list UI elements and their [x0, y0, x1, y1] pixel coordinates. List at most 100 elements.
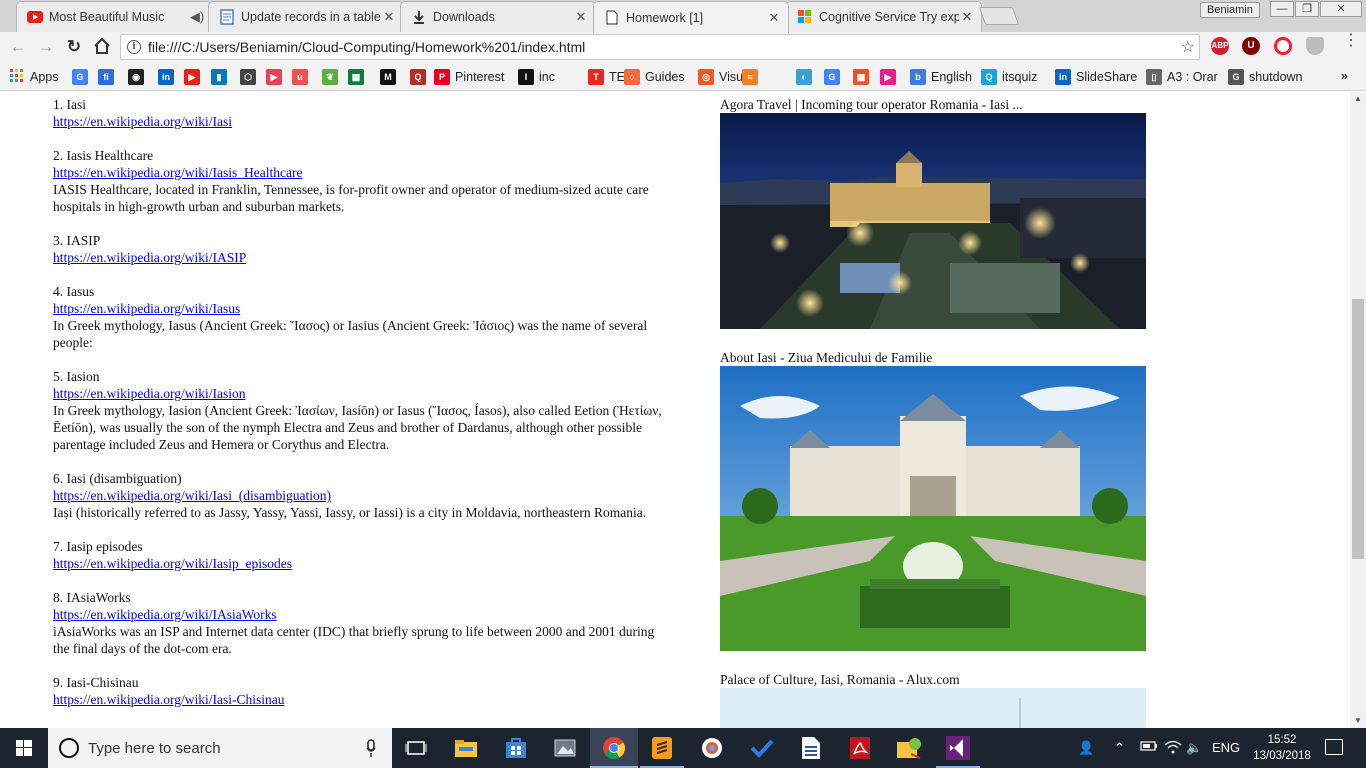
close-icon[interactable]: ✕	[766, 10, 782, 26]
result-link[interactable]: https://en.wikipedia.org/wiki/Iasis_Heal…	[53, 164, 673, 181]
image-caption: Agora Travel | Incoming tour operator Ro…	[720, 97, 1023, 112]
url-text[interactable]: file:///C:/Users/Beniamin/Cloud-Computin…	[148, 39, 585, 55]
info-icon[interactable]: i	[127, 40, 141, 54]
bookmark-fi[interactable]: fi	[98, 68, 114, 86]
sublime-text-icon[interactable]	[648, 734, 676, 762]
bookmark-bird[interactable]: ◐	[796, 68, 812, 86]
tab-homework[interactable]: Homework [1] ✕	[593, 1, 789, 33]
ublock-icon[interactable]: U	[1242, 37, 1260, 55]
visual-studio-icon[interactable]	[944, 734, 972, 762]
bookmark-stack[interactable]: ≡	[742, 68, 758, 86]
app-circle-icon[interactable]	[698, 734, 726, 762]
home-button[interactable]	[92, 37, 112, 57]
acrobat-icon[interactable]	[846, 734, 874, 762]
result-link[interactable]: https://en.wikipedia.org/wiki/IAsiaWorks	[53, 606, 673, 623]
result-link[interactable]: https://en.wikipedia.org/wiki/Iasi-Chisi…	[53, 691, 673, 708]
task-view-icon[interactable]	[402, 734, 430, 762]
microphone-icon[interactable]	[366, 738, 376, 758]
result-link[interactable]: https://en.wikipedia.org/wiki/Iasi_(disa…	[53, 487, 673, 504]
store-icon[interactable]	[502, 734, 530, 762]
word-document-icon[interactable]	[797, 734, 825, 762]
bookmark-google[interactable]: G	[824, 68, 840, 86]
bookmark-inc[interactable]: Iinc	[518, 68, 555, 86]
tools-folder-icon[interactable]	[895, 734, 923, 762]
minimize-button[interactable]: —	[1270, 1, 1294, 17]
back-button[interactable]: ←	[8, 37, 28, 57]
palace-night-image[interactable]	[720, 113, 1146, 329]
bookmark-apps[interactable]: Apps	[9, 68, 59, 86]
shield-icon[interactable]	[1306, 37, 1324, 55]
trello-icon: ▮	[211, 69, 227, 85]
palace-day-image[interactable]	[720, 366, 1146, 651]
forward-button[interactable]: →	[36, 37, 56, 57]
palace-alux-image[interactable]	[720, 688, 1146, 728]
scrollbar-thumb[interactable]	[1352, 299, 1364, 559]
bookmark-quora[interactable]: Q	[410, 68, 426, 86]
bookmark-grid[interactable]: ▦	[348, 68, 364, 86]
close-icon[interactable]: ✕	[959, 9, 975, 25]
page-content: 1. Iasi https://en.wikipedia.org/wiki/Ias…	[0, 92, 1350, 728]
bookmark-b[interactable]: b English	[910, 68, 972, 86]
mute-icon[interactable]: ◀)	[189, 9, 205, 25]
language-indicator[interactable]: ENG	[1212, 740, 1240, 755]
result-link[interactable]: https://en.wikipedia.org/wiki/Iasus	[53, 300, 673, 317]
bookmark-gi[interactable]: Gshutdown	[1228, 68, 1303, 86]
adblock-plus-icon[interactable]: ABP	[1211, 37, 1229, 55]
close-icon[interactable]: ✕	[573, 9, 589, 25]
bookmark-page[interactable]: ▯ A3 : Orar	[1146, 68, 1218, 86]
close-icon[interactable]: ✕	[381, 9, 397, 25]
bookmark-media[interactable]: ▶	[880, 68, 896, 86]
people-icon[interactable]: 👤	[1078, 740, 1094, 756]
scroll-down-icon[interactable]: ▼	[1350, 714, 1366, 728]
scroll-up-icon[interactable]: ▲	[1350, 92, 1366, 106]
bookmark-leaf[interactable]: ❦	[322, 68, 338, 86]
bookmark-udemy[interactable]: u	[292, 68, 308, 86]
tab-music[interactable]: Most Beautiful Music ◀)	[16, 1, 212, 32]
vertical-scrollbar[interactable]: ▲ ▼	[1350, 92, 1366, 728]
bookmark-quiz[interactable]: Qitsquiz	[981, 68, 1037, 86]
menu-icon[interactable]: ⋮	[1343, 33, 1359, 49]
restore-button[interactable]: ❐	[1295, 1, 1319, 17]
chrome-icon[interactable]	[600, 734, 628, 762]
bookmark-trello[interactable]: ▮	[211, 68, 227, 86]
bookmark-google[interactable]: G	[72, 68, 88, 86]
bookmark-windows[interactable]: ▦	[853, 68, 869, 86]
tasks-check-icon[interactable]	[748, 734, 776, 762]
taskbar-search-box[interactable]: Type here to search	[48, 728, 392, 768]
result-link[interactable]: https://en.wikipedia.org/wiki/Iasip_epis…	[53, 555, 673, 572]
tab-downloads[interactable]: Downloads ✕	[400, 1, 596, 32]
bookmark-codepen[interactable]: ⬡	[240, 68, 256, 86]
bookmark-youtube[interactable]: ▶	[184, 68, 200, 86]
system-clock[interactable]: 15:52 13/03/2018	[1252, 732, 1312, 764]
bookmark-label: shutdown	[1249, 70, 1303, 84]
bookmark-medium[interactable]: M	[380, 68, 396, 86]
more-bookmarks-icon[interactable]: »	[1341, 68, 1348, 83]
bookmark-github[interactable]: ◉	[128, 68, 144, 86]
file-explorer-icon[interactable]	[452, 734, 480, 762]
clock-time: 15:52	[1267, 734, 1297, 746]
opera-icon[interactable]	[1274, 37, 1292, 55]
tab-cognitive-service[interactable]: Cognitive Service Try exp ✕	[786, 1, 982, 32]
photos-icon[interactable]	[551, 734, 579, 762]
notifications-icon[interactable]	[1325, 739, 1343, 755]
bookmark-pinterest[interactable]: P Pinterest	[434, 68, 504, 86]
reload-button[interactable]: ↻	[64, 37, 84, 57]
profile-button[interactable]: Beniamin	[1200, 2, 1260, 18]
result-link[interactable]: https://en.wikipedia.org/wiki/Iasion	[53, 385, 673, 402]
close-window-button[interactable]: ✕	[1320, 1, 1362, 17]
result-link[interactable]: https://en.wikipedia.org/wiki/Iasi	[53, 113, 673, 130]
new-tab-button[interactable]	[978, 7, 1020, 25]
result-link[interactable]: https://en.wikipedia.org/wiki/IASIP	[53, 249, 673, 266]
wifi-icon[interactable]	[1164, 740, 1182, 757]
bookmark-star-icon[interactable]: ☆	[1181, 37, 1195, 57]
bookmark-linkedin[interactable]: in	[158, 68, 174, 86]
tab-update-records[interactable]: Update records in a table ✕	[208, 1, 404, 32]
battery-icon[interactable]	[1140, 740, 1158, 755]
volume-icon[interactable]: 🔈	[1186, 740, 1202, 756]
address-bar[interactable]: i file:///C:/Users/Beniamin/Cloud-Comput…	[120, 34, 1200, 60]
tray-chevron-icon[interactable]: ⌃	[1114, 740, 1125, 756]
start-button[interactable]	[0, 728, 48, 768]
bookmark-bulb[interactable]: ○ Guides	[624, 68, 685, 86]
bookmark-linkedin[interactable]: in SlideShare	[1055, 68, 1137, 86]
bookmark-play[interactable]: ▶	[266, 68, 282, 86]
